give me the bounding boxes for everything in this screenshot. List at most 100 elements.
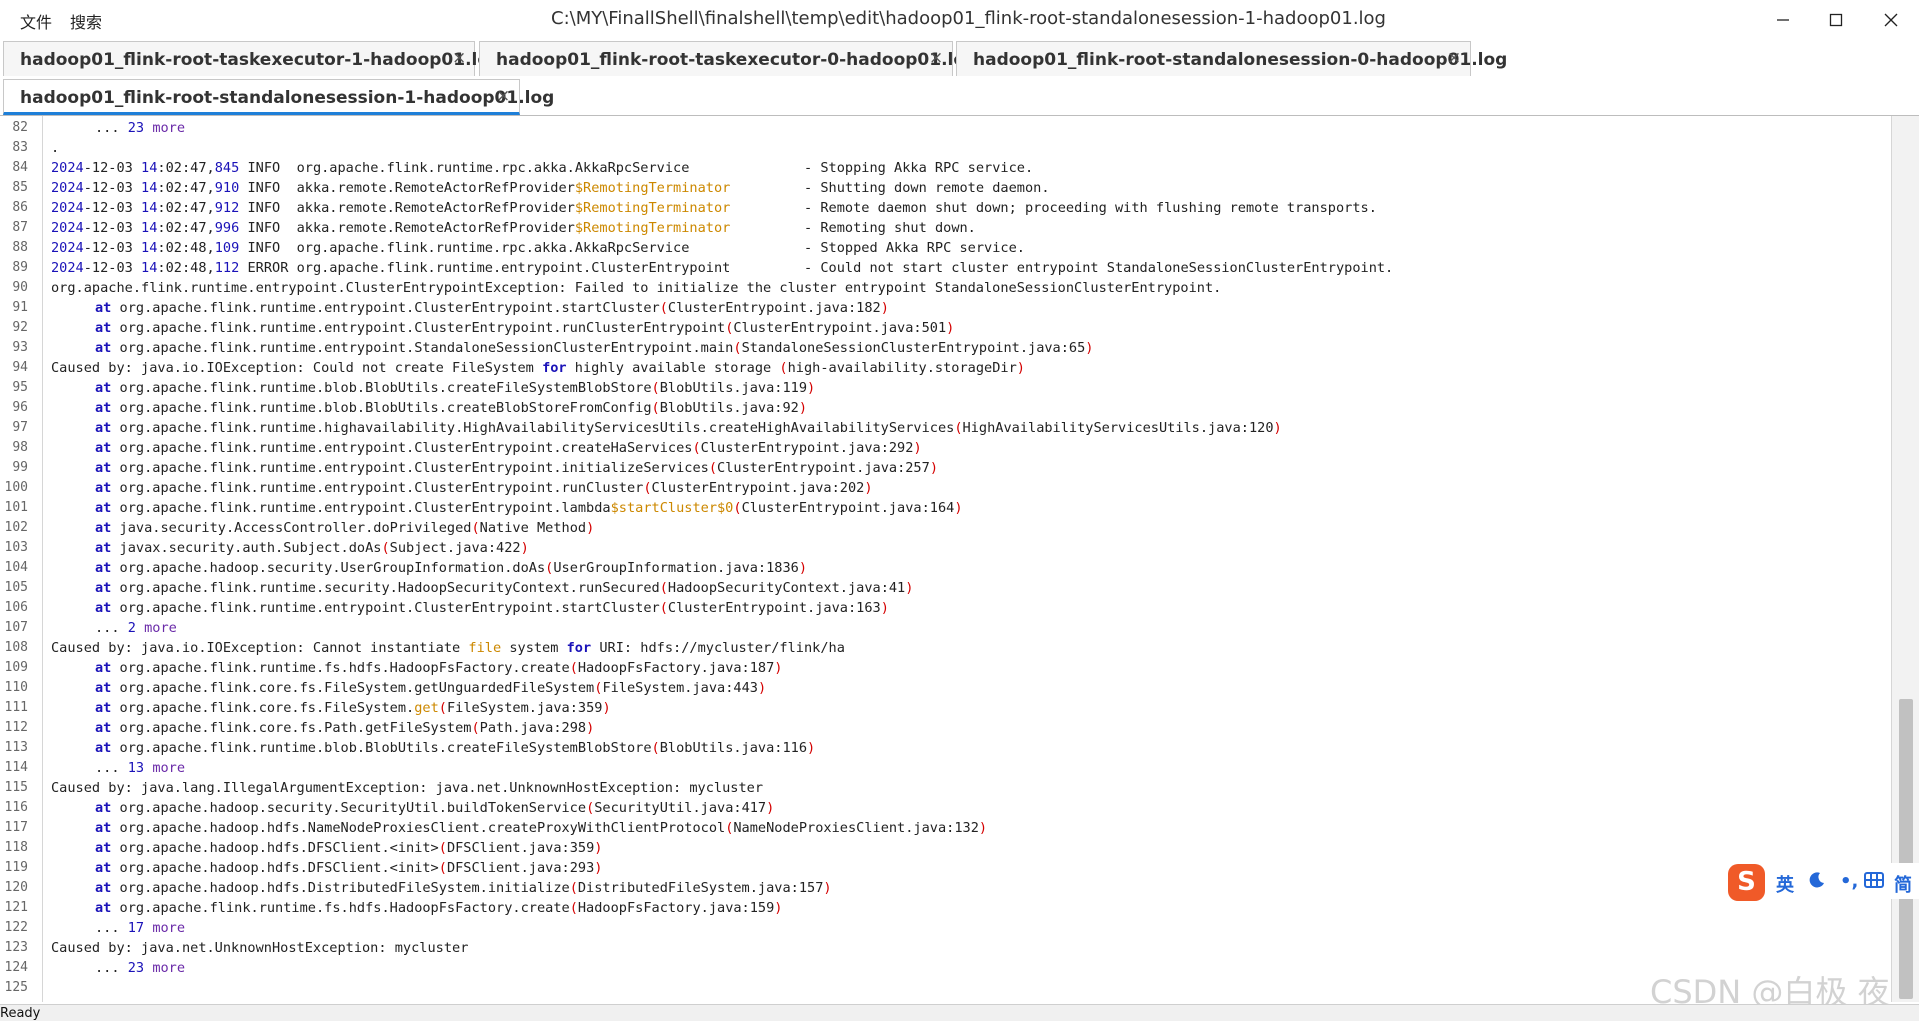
scrollbar-thumb[interactable] xyxy=(1899,699,1913,999)
log-segment: at xyxy=(95,880,112,896)
line-number: 98 xyxy=(12,440,28,455)
tab-close-icon[interactable]: × xyxy=(452,48,466,68)
log-segment: $RemotingTerminator xyxy=(574,220,731,236)
log-segment: HadoopFsFactory.java:187 xyxy=(577,660,775,676)
log-segment: ( xyxy=(708,460,718,476)
sogou-logo-icon[interactable]: S xyxy=(1728,864,1765,901)
log-segment: javax.security.auth.Subject.doAs xyxy=(111,540,382,556)
log-line: at org.apache.flink.runtime.entrypoint.S… xyxy=(51,338,1093,358)
log-line: at org.apache.flink.runtime.entrypoint.C… xyxy=(51,478,873,498)
log-line: 2024-12-03 14:02:48,112 ERROR org.apache… xyxy=(51,258,1393,278)
log-segment: 2024 xyxy=(51,260,84,276)
log-segment: at xyxy=(95,800,112,816)
ime-mode[interactable]: 简 xyxy=(1894,871,1912,897)
log-segment: org.apache.hadoop.hdfs.DFSClient.<init> xyxy=(111,860,439,876)
log-segment: 14 xyxy=(141,240,158,256)
log-segment: -12-03 xyxy=(83,160,142,176)
log-segment: 23 xyxy=(127,120,145,136)
ime-toolbar[interactable]: S 英 •, 简 xyxy=(1727,863,1919,901)
log-line: ... 17 more xyxy=(51,918,185,938)
log-segment: BlobUtils.java:92 xyxy=(659,400,799,416)
log-segment: 2024 xyxy=(51,200,84,216)
log-line: at org.apache.flink.runtime.blob.BlobUti… xyxy=(51,378,815,398)
log-segment: 109 xyxy=(214,240,240,256)
log-segment: Native Method xyxy=(479,520,587,536)
log-line: at org.apache.flink.runtime.entrypoint.C… xyxy=(51,598,889,618)
log-segment: Path.java:298 xyxy=(479,720,587,736)
log-segment: :02:48, xyxy=(157,260,215,276)
log-segment: BlobUtils.java:119 xyxy=(659,380,808,396)
log-segment: Caused by: java.io.IOException: Cannot i… xyxy=(51,640,469,656)
log-segment: ) xyxy=(757,680,767,696)
log-segment: ) xyxy=(978,820,988,836)
ime-language[interactable]: 英 xyxy=(1776,871,1794,897)
log-segment: INFO akka.remote.RemoteActorRefProvider xyxy=(239,180,575,196)
log-line: Caused by: java.io.IOException: Could no… xyxy=(51,358,1025,378)
log-segment: Caused by: java.lang.IllegalArgumentExce… xyxy=(51,780,764,796)
log-line: . xyxy=(51,138,59,158)
log-segment: ( xyxy=(569,900,578,916)
log-segment: at xyxy=(95,440,112,456)
log-segment: 23 xyxy=(127,960,145,976)
log-segment: org.apache.flink.runtime.entrypoint.Clus… xyxy=(111,600,660,616)
log-segment: ClusterEntrypoint.java:163 xyxy=(667,600,881,616)
log-segment: highly available storage xyxy=(566,360,780,376)
minimize-button[interactable] xyxy=(1758,0,1808,39)
log-segment: -12-03 xyxy=(83,240,142,256)
status-bar: Ready xyxy=(0,1004,1919,1021)
log-segment: more xyxy=(152,960,186,976)
line-number: 105 xyxy=(4,580,28,595)
line-number: 85 xyxy=(12,180,28,195)
moon-icon[interactable] xyxy=(1807,870,1827,895)
log-line: at org.apache.hadoop.hdfs.DistributedFil… xyxy=(51,878,832,898)
maximize-icon xyxy=(1829,13,1843,26)
log-segment: ClusterEntrypoint.java:182 xyxy=(667,300,881,316)
log-segment: org.apache.flink.runtime.blob.BlobUtils.… xyxy=(111,380,652,396)
tab-standalonesession-0[interactable]: hadoop01_flink-root-standalonesession-0-… xyxy=(956,41,1507,76)
log-segment: org.apache.hadoop.security.SecurityUtil.… xyxy=(111,800,587,816)
maximize-button[interactable] xyxy=(1811,0,1861,39)
log-segment: - Remote daemon shut down; proceeding wi… xyxy=(730,200,1377,216)
log-segment: ... xyxy=(95,760,128,776)
log-segment: 845 xyxy=(214,160,240,176)
tab-close-icon[interactable]: × xyxy=(929,48,943,68)
tab-taskexecutor-0[interactable]: hadoop01_flink-root-taskexecutor-0-hadoo… xyxy=(479,41,977,76)
log-segment: org.apache.flink.runtime.entrypoint.Clus… xyxy=(51,280,1222,296)
log-segment: org.apache.flink.runtime.entrypoint.Clus… xyxy=(111,320,726,336)
line-number: 103 xyxy=(4,540,28,555)
log-line: at org.apache.hadoop.hdfs.DFSClient.<ini… xyxy=(51,838,602,858)
log-segment: ) xyxy=(798,560,808,576)
log-segment: ... xyxy=(95,920,128,936)
tab-close-icon[interactable]: × xyxy=(496,86,510,106)
log-segment: ) xyxy=(774,900,783,916)
log-segment: ) xyxy=(1016,360,1025,376)
log-segment: org.apache.flink.runtime.entrypoint.Clus… xyxy=(111,480,644,496)
line-number: 100 xyxy=(4,480,28,495)
log-segment: at xyxy=(95,660,112,676)
tab-close-icon[interactable]: × xyxy=(1447,48,1461,68)
log-editor[interactable]: 82 83 84 85 86 87 88 89 90 91 92 93 94 95 96 97 98 99 100 1… xyxy=(0,116,1890,1002)
tab-label: hadoop01_flink-root-taskexecutor-1-hadoo… xyxy=(20,50,502,70)
line-number: 91 xyxy=(12,300,28,315)
log-segment: ) xyxy=(1085,340,1094,356)
code-area[interactable]: ... 23 more. 2024-12-03 14:02:47,845 INFO… xyxy=(51,116,1890,1002)
log-segment: org.apache.flink.runtime.entrypoint.Clus… xyxy=(111,440,693,456)
menu-search[interactable]: 搜索 xyxy=(70,9,102,33)
log-segment: at xyxy=(95,860,112,876)
log-segment: org.apache.hadoop.hdfs.DFSClient.<init> xyxy=(111,840,439,856)
log-segment: for xyxy=(566,640,592,656)
log-line: Caused by: java.lang.IllegalArgumentExce… xyxy=(51,778,763,798)
log-segment: at xyxy=(95,720,112,736)
log-segment: high-availability.storageDir xyxy=(787,360,1017,376)
tab-taskexecutor-1[interactable]: hadoop01_flink-root-taskexecutor-1-hadoo… xyxy=(3,41,501,76)
ime-punctuation[interactable]: •, xyxy=(1840,871,1858,892)
log-line: 2024-12-03 14:02:48,109 INFO org.apache.… xyxy=(51,238,1025,258)
log-segment: get xyxy=(414,700,439,716)
close-button[interactable] xyxy=(1866,0,1916,39)
log-segment: at xyxy=(95,900,112,916)
tab-standalonesession-1[interactable]: hadoop01_flink-root-standalonesession-1-… xyxy=(3,79,554,115)
menu-file[interactable]: 文件 xyxy=(20,9,52,33)
log-segment: ( xyxy=(643,480,652,496)
status-text: Ready xyxy=(0,1006,41,1021)
keyboard-icon[interactable] xyxy=(1864,871,1884,894)
